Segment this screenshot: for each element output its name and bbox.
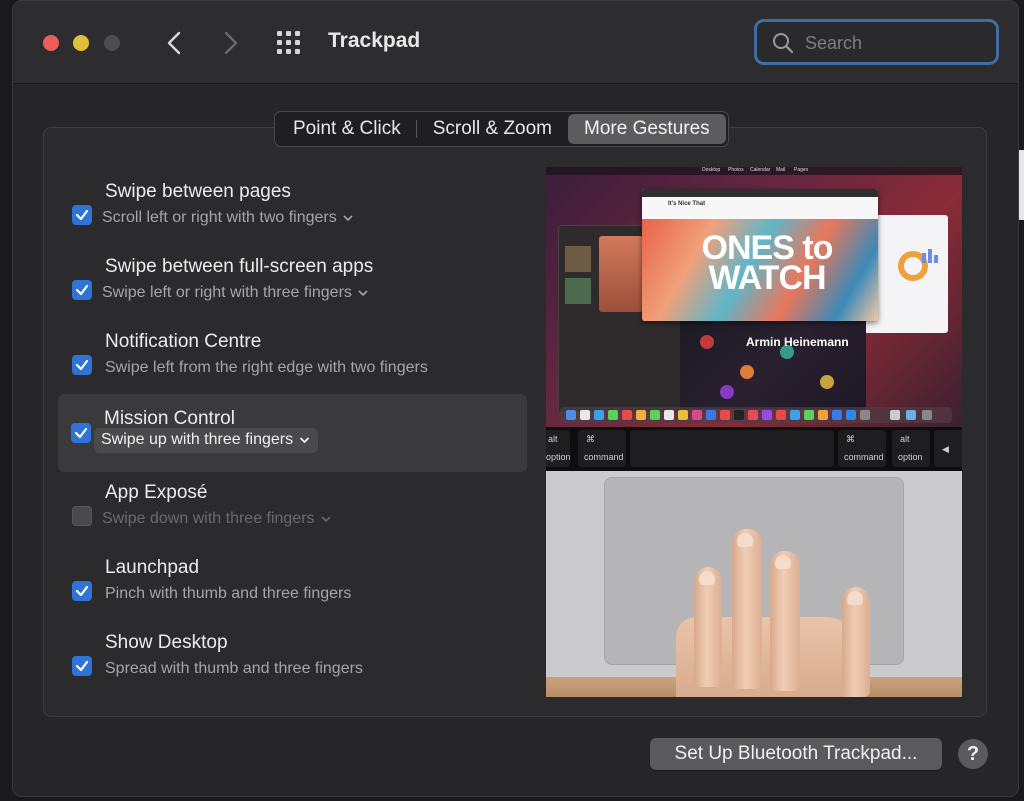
search-icon	[773, 33, 794, 54]
checkmark-icon	[74, 427, 88, 439]
gesture-option-popup[interactable]: Swipe down with three fingers	[102, 510, 331, 528]
title-bar: Trackpad	[13, 1, 1018, 84]
gesture-row-mission-control: Mission Control Swipe up with three fing…	[58, 394, 527, 472]
tab-more-gestures[interactable]: More Gestures	[568, 114, 726, 144]
chevron-right-icon	[224, 31, 238, 55]
gesture-title: Swipe between pages	[105, 181, 291, 202]
gesture-title: Launchpad	[105, 557, 200, 578]
zoom-button[interactable]	[104, 35, 120, 51]
key-left-alt: alt option	[546, 430, 571, 467]
chevron-left-icon	[167, 31, 181, 55]
gesture-description: Swipe left from the right edge with two …	[105, 359, 428, 376]
gesture-description: Spread with thumb and three fingers	[105, 660, 363, 677]
preview-headline: ONES to WATCH	[701, 229, 834, 297]
checkbox[interactable]	[72, 280, 92, 300]
gesture-option-label: Scroll left or right with two fingers	[102, 209, 337, 226]
gesture-title: App Exposé	[105, 482, 208, 503]
trackpad-preferences-window: Trackpad Point & Click Scroll & Zoom Mor…	[12, 0, 1019, 797]
gesture-row-swipe-between-full-screen-apps: Swipe between full-screen apps Swipe lef…	[59, 252, 527, 330]
help-button[interactable]: ?	[958, 739, 988, 769]
gesture-row-launchpad: Launchpad Pinch with thumb and three fin…	[59, 553, 527, 631]
setup-bluetooth-trackpad-button[interactable]: Set Up Bluetooth Trackpad...	[650, 738, 942, 770]
gesture-option-popup[interactable]: Scroll left or right with two fingers	[102, 209, 353, 227]
gesture-title: Show Desktop	[105, 632, 228, 653]
preview-safari-window: It's Nice That ONES to WATCH	[642, 189, 878, 321]
gesture-description: Pinch with thumb and three fingers	[105, 585, 352, 602]
checkmark-icon	[75, 284, 89, 296]
segmented-tabs: Point & Click Scroll & Zoom More Gesture…	[274, 111, 729, 147]
window-title: Trackpad	[328, 29, 421, 52]
chevron-down-icon	[343, 215, 353, 221]
preview-finger	[732, 529, 762, 689]
gesture-option-popup[interactable]: Swipe left or right with three fingers	[102, 284, 368, 302]
checkbox[interactable]	[72, 656, 92, 676]
search-field[interactable]	[754, 19, 999, 65]
checkmark-icon	[75, 660, 89, 672]
tab-scroll-and-zoom[interactable]: Scroll & Zoom	[417, 114, 568, 144]
checkbox[interactable]	[72, 581, 92, 601]
chevron-down-icon	[299, 437, 310, 444]
preview-dock	[560, 407, 952, 423]
checkbox[interactable]	[71, 423, 91, 443]
tab-point-and-click[interactable]: Point & Click	[277, 114, 417, 144]
checkbox[interactable]	[72, 205, 92, 225]
chevron-down-icon	[320, 516, 331, 522]
preview-keyboard: alt option ⌘ command ⌘ command alt option ◀	[546, 427, 962, 471]
gesture-row-app-expose: App Exposé Swipe down with three fingers	[59, 478, 527, 556]
checkmark-icon	[75, 359, 89, 371]
gesture-option-popup[interactable]: Swipe up with three fingers	[94, 428, 319, 453]
preview-screen: Desktop Photos Calendar Mail Pages Armin…	[546, 167, 962, 427]
minimize-button[interactable]	[73, 35, 89, 51]
preview-finger	[694, 567, 722, 687]
gesture-title: Notification Centre	[105, 331, 262, 352]
chevron-down-icon	[358, 290, 368, 296]
gesture-row-swipe-between-pages: Swipe between pages Scroll left or right…	[59, 177, 527, 255]
gesture-option-label: Swipe down with three fingers	[102, 510, 315, 527]
preview-finger	[770, 551, 800, 691]
checkbox[interactable]	[72, 506, 92, 526]
key-right-command: ⌘ command	[838, 430, 886, 467]
preview-menubar: Desktop Photos Calendar Mail Pages	[546, 167, 962, 175]
gesture-title: Mission Control	[104, 408, 235, 429]
gesture-title: Swipe between full-screen apps	[105, 256, 374, 277]
back-button[interactable]	[159, 25, 189, 61]
key-space	[630, 430, 834, 467]
search-input[interactable]	[803, 30, 987, 56]
checkmark-icon	[75, 209, 89, 221]
gesture-option-label: Swipe up with three fingers	[101, 431, 294, 448]
checkbox[interactable]	[72, 355, 92, 375]
preview-finger	[842, 587, 870, 697]
key-right-alt: alt option	[892, 430, 930, 467]
show-all-grid-icon[interactable]	[277, 31, 305, 55]
gesture-preview-video: Desktop Photos Calendar Mail Pages Armin…	[546, 167, 962, 697]
gesture-option-label: Swipe left or right with three fingers	[102, 284, 352, 301]
forward-button[interactable]	[216, 25, 246, 61]
key-left-command: ⌘ command	[578, 430, 626, 467]
preview-caption: Armin Heinemann	[746, 335, 849, 349]
checkmark-icon	[75, 585, 89, 597]
key-left-arrow: ◀	[934, 430, 962, 467]
gesture-row-show-desktop: Show Desktop Spread with thumb and three…	[59, 628, 527, 706]
preview-artwork-window	[680, 315, 866, 409]
close-button[interactable]	[43, 35, 59, 51]
